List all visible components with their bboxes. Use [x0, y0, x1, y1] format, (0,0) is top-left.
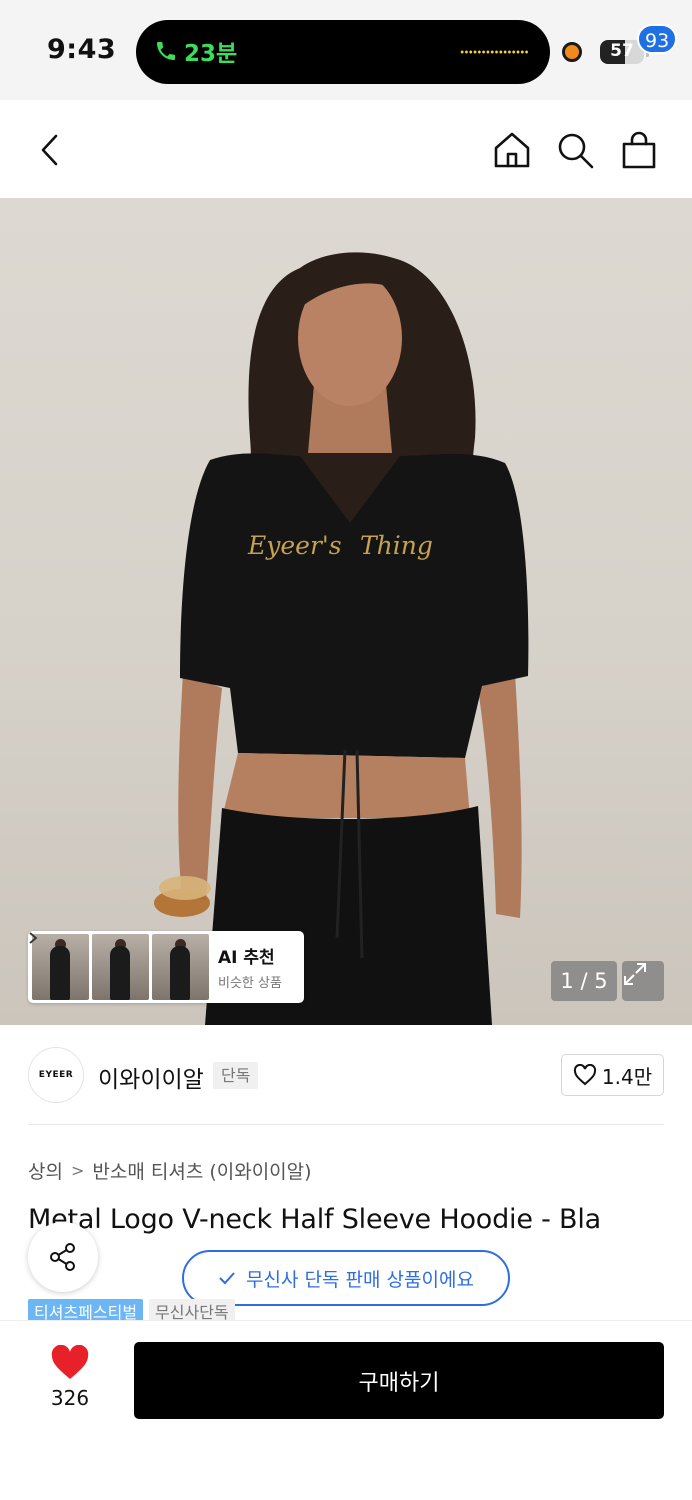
back-icon — [41, 134, 58, 166]
share-icon — [50, 1243, 75, 1271]
breadcrumb: 상의 > 반소매 티셔츠 (이와이이알) — [28, 1157, 312, 1184]
buy-button[interactable]: 구매하기 — [134, 1342, 664, 1419]
exclusive-notice-text: 무신사 단독 판매 상품이에요 — [246, 1268, 474, 1291]
share-button[interactable] — [28, 1222, 98, 1292]
top-navigation — [0, 100, 692, 198]
ai-recommendation-text: AI 추천 비슷한 상품 — [29, 932, 282, 991]
heart-filled-icon[interactable] — [50, 1345, 90, 1381]
chevron-right-icon — [29, 932, 38, 944]
ai-recommendation-title: AI 추천 — [29, 932, 282, 968]
product-image-gallery[interactable]: Eyeer's Thing AI 추천 비슷한 상품 1 / 5 — [0, 198, 692, 1025]
check-icon — [219, 1272, 235, 1285]
ai-recommendation-card[interactable]: AI 추천 비슷한 상품 — [28, 931, 304, 1003]
recommendation-thumbnail[interactable] — [152, 934, 209, 1000]
brand-like-count: 1.4만 — [601, 1064, 653, 1089]
recommendation-thumbnail[interactable] — [92, 934, 149, 1000]
audio-wave-icon — [460, 49, 528, 55]
image-counter: 1 / 5 — [551, 961, 617, 1001]
cart-icon — [622, 131, 656, 169]
call-duration: 23분 — [184, 41, 238, 67]
chevron-right-icon: > — [70, 1161, 85, 1180]
product-tags: 티셔츠페스티벌 무신사단독 — [28, 1299, 235, 1321]
brand-exclusive-tag: 단독 — [213, 1062, 259, 1089]
call-indicator[interactable]: 23분 — [154, 34, 237, 68]
recommendation-thumbnail[interactable] — [32, 934, 89, 1000]
privacy-indicator-icon — [562, 42, 582, 62]
ai-recommendation-subtitle: 비슷한 상품 — [218, 976, 282, 991]
expand-icon — [624, 963, 646, 985]
product-title: Metal Logo V-neck Half Sleeve Hoodie - B… — [28, 1204, 602, 1235]
search-button[interactable] — [551, 124, 599, 176]
product-photo: Eyeer's Thing — [154, 252, 529, 1025]
home-icon — [494, 132, 530, 168]
fullscreen-button[interactable] — [622, 961, 664, 1001]
phone-icon — [157, 42, 175, 60]
status-bar: 9:43 23분 57 — [0, 0, 692, 100]
status-time: 9:43 — [47, 34, 117, 65]
cart-button[interactable] — [615, 124, 663, 176]
breadcrumb-item-subcategory[interactable]: 반소매 티셔츠 (이와이이알) — [92, 1157, 311, 1184]
tag-musinsa-exclusive[interactable]: 무신사단독 — [149, 1299, 235, 1321]
heart-outline-icon — [573, 1064, 596, 1086]
brand-name[interactable]: 이와이이알 — [98, 1060, 204, 1094]
dynamic-island[interactable]: 23분 — [136, 20, 550, 84]
back-button[interactable] — [26, 124, 74, 176]
cart-count-badge: 93 — [637, 24, 678, 54]
brand-like-button[interactable]: 1.4만 — [561, 1054, 664, 1096]
search-icon — [558, 133, 594, 169]
breadcrumb-item-category[interactable]: 상의 — [28, 1157, 63, 1184]
svg-text:Thing: Thing — [360, 531, 433, 560]
svg-text:Eyeer's: Eyeer's — [247, 531, 342, 560]
home-button[interactable] — [488, 124, 536, 176]
like-count: 326 — [50, 1386, 90, 1410]
tag-tshirt-festival[interactable]: 티셔츠페스티벌 — [28, 1299, 144, 1321]
divider — [28, 1124, 664, 1125]
exclusive-notice-pill[interactable]: 무신사 단독 판매 상품이에요 — [182, 1250, 510, 1306]
brand-logo[interactable]: EYEER — [28, 1047, 84, 1103]
